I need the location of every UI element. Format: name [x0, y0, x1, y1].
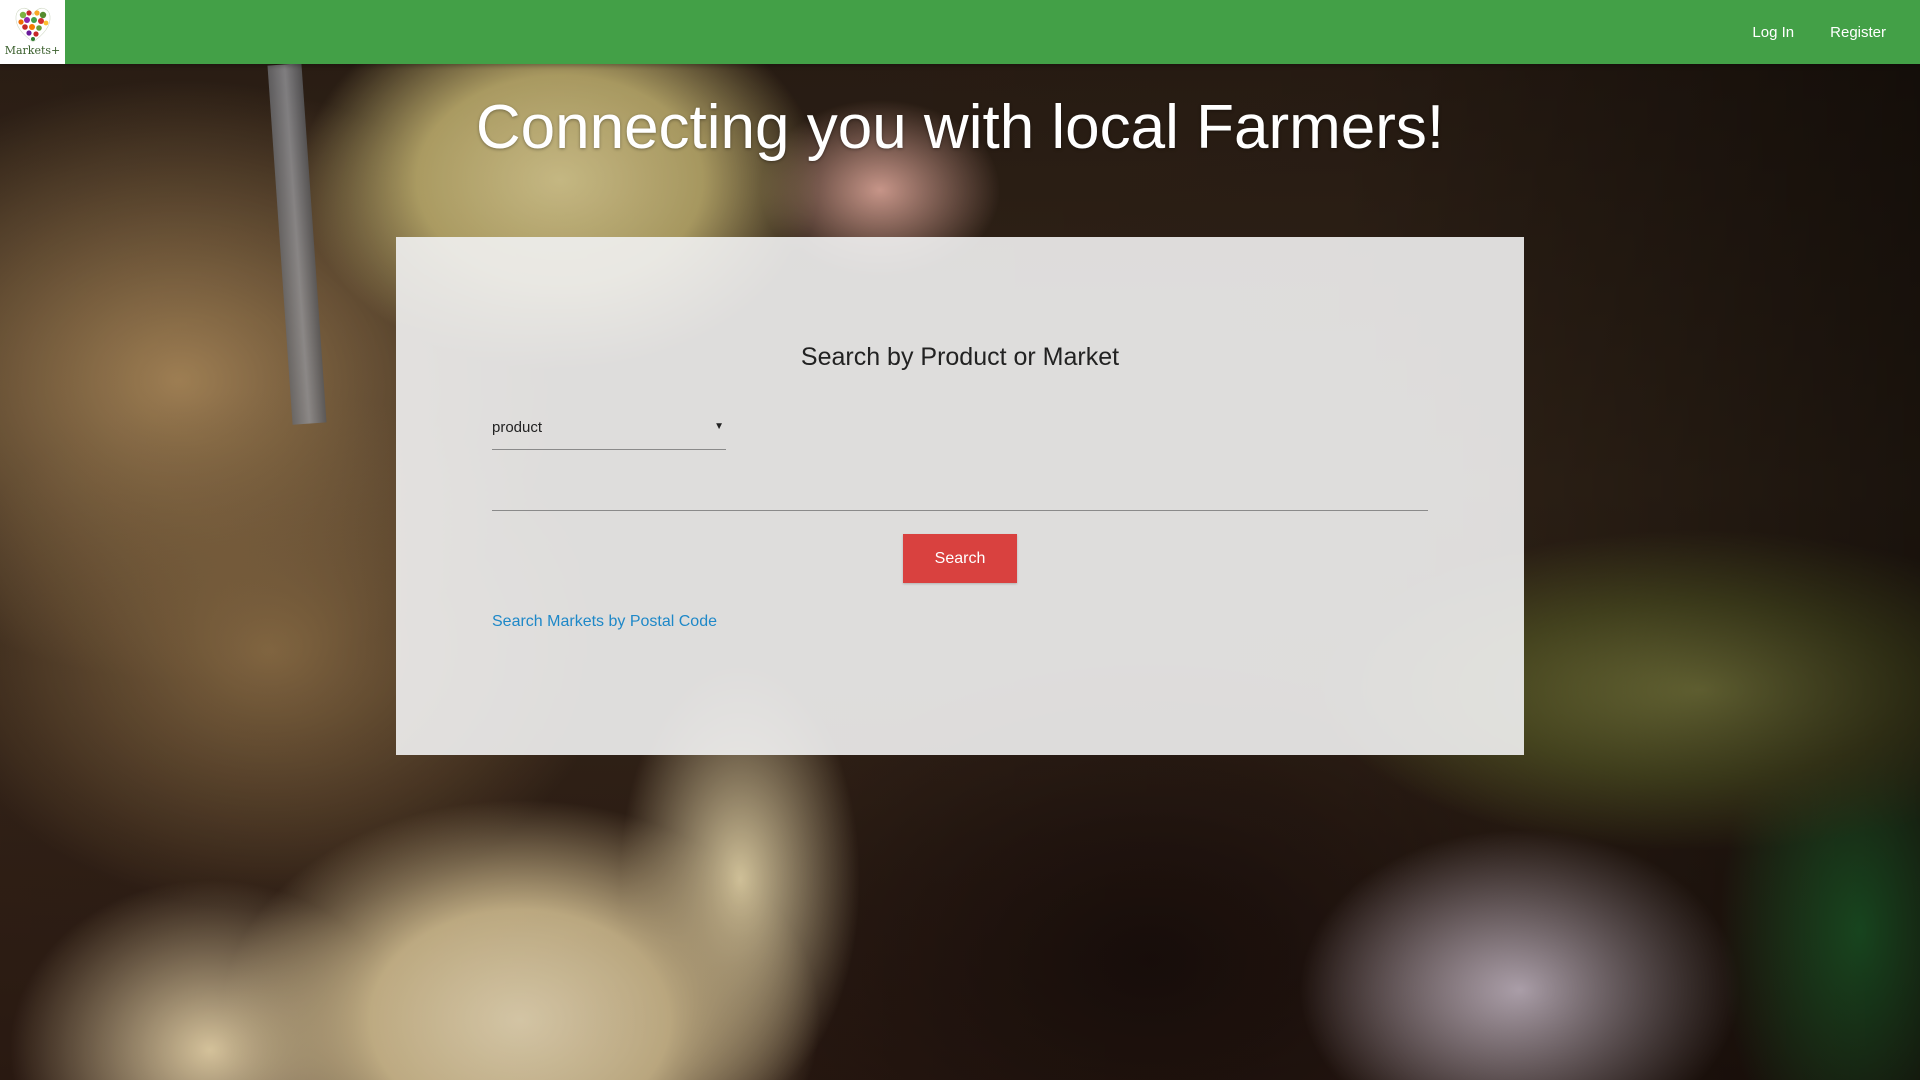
nav-links: Log In Register — [1752, 0, 1886, 64]
register-link[interactable]: Register — [1830, 24, 1886, 41]
search-by-postal-code-link[interactable]: Search Markets by Postal Code — [492, 613, 717, 631]
hero-title: Connecting you with local Farmers! — [475, 93, 1445, 162]
search-panel: Search by Product or Market product ▼ Se… — [396, 237, 1524, 755]
page: Markets+ Log In Register Connecting you … — [0, 0, 1920, 1080]
caret-down-icon: ▼ — [714, 421, 724, 432]
search-button[interactable]: Search — [903, 534, 1017, 583]
search-type-select[interactable]: product ▼ — [492, 411, 726, 450]
search-panel-title: Search by Product or Market — [800, 343, 1120, 371]
brand-logo-text: Markets+ — [4, 44, 61, 57]
search-type-selected-value: product — [492, 419, 543, 436]
top-navbar: Markets+ Log In Register — [0, 0, 1920, 64]
brand-logo[interactable]: Markets+ — [0, 0, 65, 64]
heart-of-produce-logo-icon — [15, 7, 51, 43]
search-query-input[interactable] — [492, 474, 1428, 511]
login-link[interactable]: Log In — [1752, 24, 1794, 41]
